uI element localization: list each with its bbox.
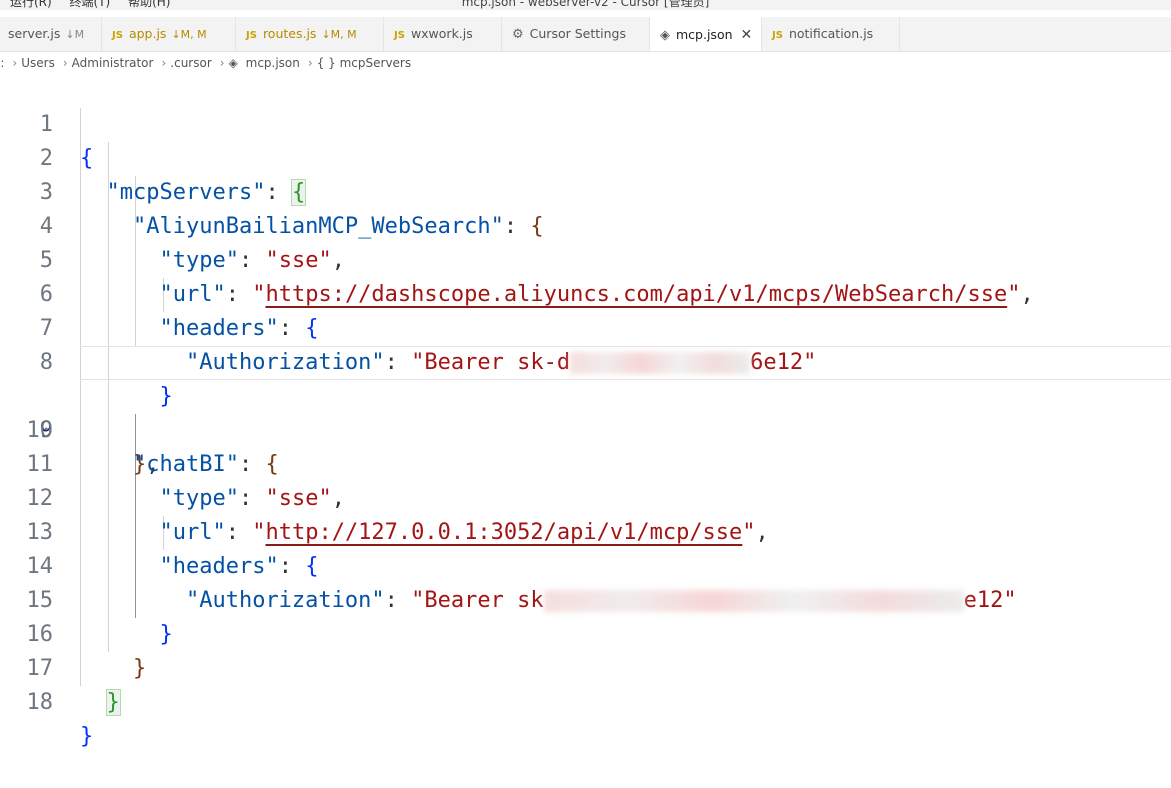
code-line: 5 "url": "https://dashscope.aliyuncs.com… (0, 210, 1171, 307)
current-line-highlight (80, 346, 1171, 380)
json-file-icon: ◈ (228, 56, 242, 70)
code-line-current: 9 }, (0, 346, 1171, 477)
git-status-badge: ↓M, M (171, 28, 207, 41)
chevron-right-icon: › (161, 56, 167, 70)
tab-wxwork-js[interactable]: JS wxwork.js (384, 17, 502, 51)
tab-label: server.js (8, 26, 61, 41)
code-line: 8 } (0, 312, 1171, 409)
code-line: 7 "Authorization": "Bearer sk-d 6e12" (0, 278, 1171, 375)
breadcrumb-file[interactable]: mcp.json (246, 56, 300, 70)
breadcrumb-administrator[interactable]: Administrator (72, 56, 154, 70)
chevron-right-icon: › (219, 56, 225, 70)
code-line: 18 } (0, 652, 1171, 749)
line-number: 18 (26, 690, 54, 715)
breadcrumb-cursor[interactable]: .cursor (170, 56, 211, 70)
bracket-match: } (105, 689, 121, 716)
code-line: 11 "type": "sse", (0, 414, 1171, 511)
git-status-badge: ↓M (65, 28, 85, 41)
code-line: 2 "mcpServers": { (0, 108, 1171, 206)
javascript-icon: JS (394, 30, 405, 41)
tab-label: app.js (128, 26, 167, 41)
tab-cursor-settings[interactable]: ⚙ Cursor Settings (502, 17, 650, 51)
javascript-icon: JS (112, 30, 123, 41)
git-status-badge: ↓M, M (321, 28, 357, 41)
code-line: 15 } (0, 550, 1171, 647)
code-line: 3 "AliyunBailianMCP_WebSearch": { (0, 142, 1171, 239)
window-title: mcp.json - webserver-v2 - Cursor [管理员] (461, 0, 710, 9)
tab-app-js[interactable]: JS app.js ↓M, M (102, 17, 236, 51)
javascript-icon: JS (772, 30, 783, 41)
tab-label: Cursor Settings (529, 26, 626, 41)
code-line: 10 "chatBI": { (0, 380, 1171, 477)
breadcrumb-drive[interactable]: C: (0, 56, 4, 70)
code-editor[interactable]: 1 { 2 "mcpServers": { 3 "AliyunBailianMC… (0, 74, 1171, 749)
chevron-right-icon: › (307, 56, 313, 70)
code-line: 14 "Authorization": "Bearer sk e12" (0, 516, 1171, 613)
chevron-right-icon: › (62, 56, 68, 70)
tab-server-js[interactable]: server.js ↓M (0, 17, 102, 51)
title-bar: 运行(R) 终端(T) 帮助(H) mcp.json - webserver-v… (0, 0, 1171, 10)
tab-routes-js[interactable]: JS routes.js ↓M, M (236, 17, 384, 51)
close-icon[interactable]: ✕ (741, 27, 753, 43)
tab-label: wxwork.js (410, 26, 473, 41)
tab-mcp-json[interactable]: ◈ mcp.json ✕ (650, 17, 762, 51)
breadcrumb: C:›Users›Administrator›.cursor›◈ mcp.jso… (0, 52, 415, 74)
tab-notification-js[interactable]: JS notification.js (762, 17, 900, 51)
tab-label: routes.js (262, 26, 317, 41)
code-line: 12 "url": "http://127.0.0.1:3052/api/v1/… (0, 448, 1171, 545)
code-line: 17 } (0, 618, 1171, 716)
tab-label: notification.js (788, 26, 874, 41)
editor-tab-bar: server.js ↓M JS app.js ↓M, M JS routes.js ↓M,… (0, 17, 1171, 52)
code-line: 13 "headers": { (0, 482, 1171, 579)
code-line: 4 "type": "sse", (0, 176, 1171, 273)
tab-label: mcp.json (676, 27, 733, 42)
code-line: 1 { (0, 74, 1171, 171)
chevron-right-icon: › (12, 56, 18, 70)
code-line: 16 } (0, 584, 1171, 681)
json-file-icon: ◈ (660, 28, 670, 43)
settings-icon: ⚙ (512, 27, 524, 42)
javascript-icon: JS (246, 30, 257, 41)
code-line: 6 "headers": { (0, 244, 1171, 341)
breadcrumb-symbol[interactable]: { } mcpServers (317, 56, 411, 70)
breadcrumb-users[interactable]: Users (21, 56, 55, 70)
